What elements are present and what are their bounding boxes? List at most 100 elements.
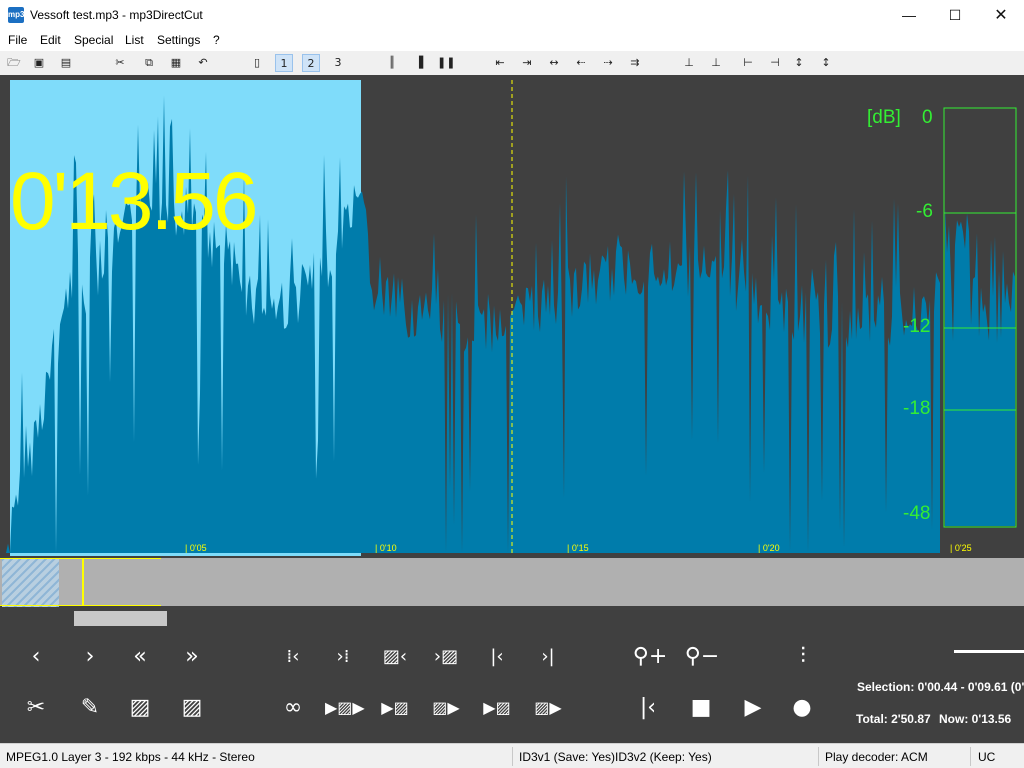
total-length-info: Total: 2'50.87 [856, 712, 931, 726]
save-as-icon[interactable]: ▤ [57, 54, 75, 72]
step-forward-button[interactable]: › [72, 639, 108, 675]
menu-bar: File Edit Special List Settings ? [0, 31, 1024, 51]
move-end-icon[interactable]: ⇢ [599, 54, 617, 72]
db-label: -18 [903, 398, 931, 419]
step-back-button[interactable]: ‹ [18, 639, 54, 675]
minimize-button[interactable]: — [886, 0, 932, 31]
time-tick: | 0'15 [567, 543, 589, 553]
zoom-out-icon[interactable]: ⚲− [684, 639, 720, 675]
marker-6-icon[interactable]: ↕ [817, 54, 835, 72]
page-1-icon[interactable]: 1 [275, 54, 293, 72]
overview-cursor [82, 558, 84, 606]
mode-info: UC [978, 750, 996, 764]
split-icon[interactable]: ║ [383, 54, 401, 72]
menu-list[interactable]: List [125, 33, 144, 47]
fast-back-button[interactable]: « [122, 639, 158, 675]
id3v1-info: ID3v1 (Save: Yes) [519, 750, 616, 764]
marker-3-icon[interactable]: ⊢ [739, 54, 757, 72]
close-button[interactable]: ✕ [978, 0, 1024, 31]
go-sel-start-left-button[interactable]: ⁞‹ [275, 639, 311, 675]
go-sel-start-right-button[interactable]: ›⁞ [325, 639, 361, 675]
status-bar: MPEG1.0 Layer 3 - 192 kbps - 44 kHz - St… [0, 743, 1024, 768]
scrollbar-thumb[interactable] [74, 611, 167, 626]
status-separator [970, 747, 971, 766]
db-unit-label: [dB] [867, 107, 901, 128]
menu-help[interactable]: ? [213, 33, 220, 47]
db-label: -12 [903, 316, 931, 337]
go-end-button[interactable]: ›| [530, 639, 566, 675]
waveform-view[interactable]: 0'13.56 | 0'05 | 0'10 | 0'15 | 0'20 | 0'… [0, 75, 1024, 556]
menu-special[interactable]: Special [74, 33, 113, 47]
undo-icon[interactable]: ↶ [194, 54, 212, 72]
go-begin-button[interactable]: |‹ [479, 639, 515, 675]
cue-right-icon[interactable]: ⇉ [626, 54, 644, 72]
db-label: -6 [916, 201, 933, 222]
play-icon[interactable]: ▶ [735, 690, 771, 726]
db-label: 0 [922, 107, 933, 128]
waveform-canvas[interactable] [0, 75, 1024, 556]
marker-4-icon[interactable]: ⊣ [766, 54, 784, 72]
now-position-info: Now: 0'13.56 [939, 712, 1012, 726]
open-icon[interactable]: 🗁 [5, 54, 23, 72]
stop-icon[interactable]: ■ [683, 690, 719, 726]
set-end-icon[interactable]: ⇥ [518, 54, 536, 72]
marker-2-icon[interactable]: ⊥ [707, 54, 725, 72]
app-icon: mp3 [8, 7, 24, 23]
cut-icon[interactable]: ✂ [111, 54, 129, 72]
toolbar: 🗁 ▣ ▤ ✂ ⧉ ▦ ↶ ▯ 1 2 3 ║ ▐ ❚❚ ⇤ ⇥ ↔ ⇠ ⇢ ⇉… [0, 51, 1024, 75]
volume-slider[interactable] [954, 650, 1024, 653]
level-meter-icon[interactable]: ⫶ [785, 639, 821, 675]
title-bar: mp3 Vessoft test.mp3 - mp3DirectCut — ☐ … [0, 0, 1024, 31]
id3v2-info: ID3v2 (Keep: Yes) [615, 750, 712, 764]
pause-icon[interactable]: ❚❚ [437, 54, 455, 72]
status-separator [512, 747, 513, 766]
pencil-icon[interactable]: ✎ [72, 690, 108, 726]
page-3-icon[interactable]: 3 [329, 54, 347, 72]
time-tick: | 0'10 [375, 543, 397, 553]
zoom-in-icon[interactable]: ⚲+ [632, 639, 668, 675]
select-begin-icon[interactable]: ▨ [122, 690, 158, 726]
go-sel-end-right-button[interactable]: ›▨ [428, 639, 464, 675]
selection-info: Selection: 0'00.44 - 0'09.61 (0' [857, 680, 1024, 694]
play-after-sel-icon[interactable]: ▨▶ [530, 690, 566, 726]
play-sel-start-icon[interactable]: ▨▶ [428, 690, 464, 726]
maximize-button[interactable]: ☐ [932, 0, 978, 31]
overview-strip[interactable] [0, 556, 1024, 608]
play-selection-icon[interactable]: ▶▨▶ [325, 690, 365, 726]
menu-settings[interactable]: Settings [157, 33, 200, 47]
record-icon[interactable]: ● [784, 690, 820, 726]
app-window: mp3 Vessoft test.mp3 - mp3DirectCut — ☐ … [0, 0, 1024, 768]
save-icon[interactable]: ▣ [30, 54, 48, 72]
set-begin-icon[interactable]: ⇤ [491, 54, 509, 72]
menu-edit[interactable]: Edit [40, 33, 61, 47]
cut-icon[interactable]: ✂ [18, 690, 54, 726]
marker-5-icon[interactable]: ↕ [790, 54, 808, 72]
time-tick: | 0'05 [185, 543, 207, 553]
marker-1-icon[interactable]: ⊥ [680, 54, 698, 72]
loop-icon[interactable]: ∞ [275, 690, 311, 726]
go-sel-end-left-button[interactable]: ▨‹ [377, 639, 413, 675]
page-2-icon[interactable]: 2 [302, 54, 320, 72]
play-to-sel-icon[interactable]: ▶▨ [377, 690, 413, 726]
db-label: -48 [903, 503, 931, 524]
play-sel-end-icon[interactable]: ▶▨ [479, 690, 515, 726]
move-icon[interactable]: ↔ [545, 54, 563, 72]
skip-back-icon[interactable]: |‹ [630, 690, 666, 726]
paste-icon[interactable]: ▦ [167, 54, 185, 72]
current-time-display: 0'13.56 [10, 156, 258, 247]
window-title: Vessoft test.mp3 - mp3DirectCut [30, 8, 203, 22]
menu-file[interactable]: File [8, 33, 27, 47]
page-icon[interactable]: ▯ [248, 54, 266, 72]
overview-visible-range[interactable] [0, 558, 161, 606]
level-meter-fill [945, 207, 1015, 526]
bar-icon[interactable]: ▐ [410, 54, 428, 72]
fast-forward-button[interactable]: » [174, 639, 210, 675]
move-begin-icon[interactable]: ⇠ [572, 54, 590, 72]
status-separator [818, 747, 819, 766]
copy-icon[interactable]: ⧉ [140, 54, 158, 72]
control-panel: ‹ › « » ⁞‹ ›⁞ ▨‹ ›▨ |‹ ›| ⚲+ ⚲− ⫶ ✂ ✎ ▨ … [0, 608, 1024, 743]
format-info: MPEG1.0 Layer 3 - 192 kbps - 44 kHz - St… [6, 750, 255, 764]
decoder-info: Play decoder: ACM [825, 750, 928, 764]
select-end-icon[interactable]: ▨ [174, 690, 210, 726]
time-tick: | 0'20 [758, 543, 780, 553]
